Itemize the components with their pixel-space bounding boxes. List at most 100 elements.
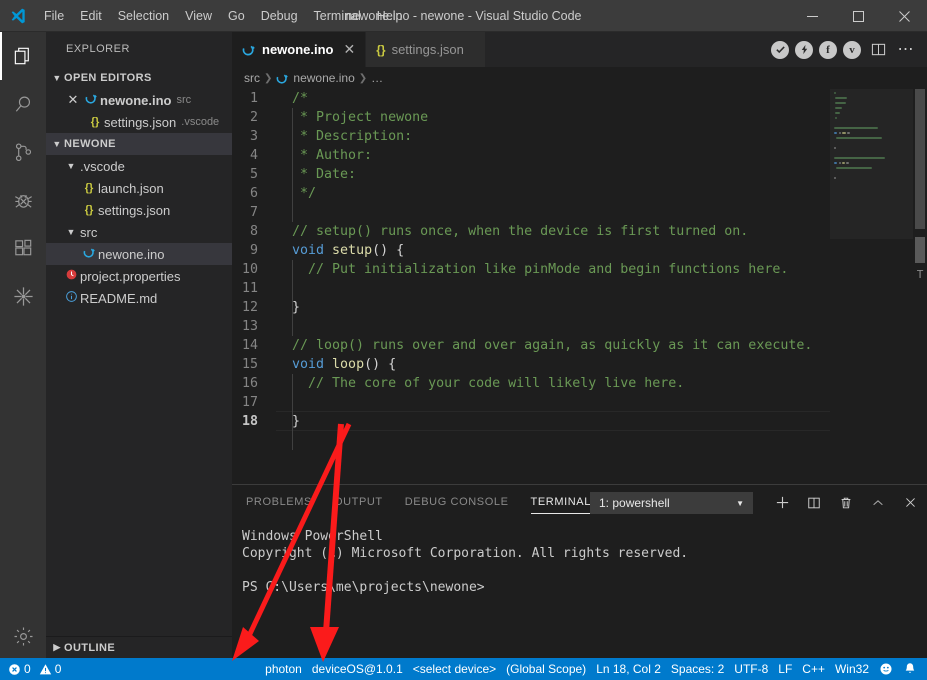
line-number: 1 [249,91,258,106]
json-icon: {} [376,42,386,57]
close-icon[interactable]: ✕ [344,41,356,58]
code-text: // Put initialization like pinMode and b… [276,260,788,279]
tree-item-readme-md[interactable]: README.md [46,287,232,309]
sidebar-item-debug[interactable] [0,176,46,224]
status-cursor-position[interactable]: Ln 18, Col 2 [591,658,666,680]
minimap-slider[interactable] [830,89,913,239]
terminal-select[interactable]: 1: powershell ▼ [590,492,753,514]
minimap[interactable] [830,89,913,516]
function-button[interactable]: f [819,40,837,59]
split-terminal-button[interactable] [805,494,823,512]
close-icon[interactable] [881,0,927,32]
kill-terminal-button[interactable] [837,494,855,512]
json-icon: {} [84,204,94,216]
breadcrumb-item-file[interactable]: newone.ino [293,71,354,85]
open-editor-newone-ino[interactable]: ✕ newone.ino src [46,89,232,111]
tree-item-label: src [80,224,98,240]
tree-item-newone-ino[interactable]: newone.ino [46,243,232,265]
scrollbar-thumb[interactable] [915,89,925,229]
code-line: 18} [232,411,927,431]
info-icon [62,290,80,306]
more-actions-button[interactable]: ⋯ [895,39,917,61]
menu-edit[interactable]: Edit [72,0,110,32]
line-number: 4 [249,148,258,163]
code-line: 6 */ [232,184,927,203]
close-panel-button[interactable] [901,494,919,512]
sidebar-item-explorer[interactable] [0,32,46,80]
tab-output[interactable]: OUTPUT [334,485,383,520]
menu-view[interactable]: View [177,0,220,32]
warning-icon [39,663,52,676]
close-icon[interactable]: ✕ [64,92,82,108]
minimize-icon[interactable] [789,0,835,32]
tree-item-launch-json[interactable]: {} launch.json [46,177,232,199]
notifications-button[interactable] [898,658,927,680]
maximize-panel-button[interactable] [869,494,887,512]
sidebar-item-extensions[interactable] [0,224,46,272]
status-select-device[interactable]: <select device> [408,658,501,680]
section-outline[interactable]: ▶ OUTLINE [46,636,232,658]
code-line: 12} [232,298,927,317]
code-editor[interactable]: 1/* 2 * Project newone 3 * Description: 4 *… [232,89,927,516]
menu-debug[interactable]: Debug [253,0,306,32]
code-text: */ [276,184,316,203]
status-device-platform[interactable]: photon [260,658,307,680]
status-indentation[interactable]: Spaces: 2 [666,658,729,680]
sidebar-item-search[interactable] [0,80,46,128]
tab-settings-json[interactable]: {} settings.json [366,32,487,67]
gear-icon[interactable] [0,614,46,658]
section-workspace[interactable]: ▼ NEWONE [46,133,232,155]
editor-scrollbar[interactable]: T [913,89,927,516]
new-terminal-button[interactable] [773,494,791,512]
editor-actions: f v ⋯ [771,32,923,67]
status-scope[interactable]: (Global Scope) [501,658,591,680]
code-line: 5 * Date: [232,165,927,184]
menu-selection[interactable]: Selection [110,0,177,32]
compile-button[interactable] [771,40,789,59]
section-open-editors[interactable]: ▼ OPEN EDITORS [46,67,232,89]
menu-file[interactable]: File [36,0,72,32]
line-number: 18 [241,414,258,429]
breadcrumb-item-more[interactable]: … [371,71,383,85]
breadcrumb-item-src[interactable]: src [244,71,260,85]
tab-debug-console[interactable]: DEBUG CONSOLE [405,485,509,520]
status-device-os-version[interactable]: deviceOS@1.0.1 [307,658,408,680]
tab-newone-ino[interactable]: newone.ino ✕ [232,32,367,67]
status-encoding[interactable]: UTF-8 [729,658,773,680]
code-token: void [292,357,325,372]
tree-item-project-properties[interactable]: project.properties [46,265,232,287]
indent-guide [292,260,293,336]
status-platform-target[interactable]: Win32 [830,658,874,680]
tree-item-src-folder[interactable]: ▼ src [46,221,232,243]
menu-go[interactable]: Go [220,0,253,32]
menu-help[interactable]: Help [369,0,411,32]
status-problems[interactable]: 0 0 [0,658,66,680]
status-language-mode[interactable]: C++ [797,658,830,680]
tree-item-vscode-folder[interactable]: ▼ .vscode [46,155,232,177]
code-text: * Date: [276,165,356,184]
sidebar-item-particle[interactable] [0,272,46,320]
status-eol[interactable]: LF [773,658,797,680]
feedback-button[interactable] [874,658,898,680]
tree-item-settings-json[interactable]: {} settings.json [46,199,232,221]
open-editor-settings-json[interactable]: {} settings.json .vscode [46,111,232,133]
flash-button[interactable] [795,40,813,59]
sidebar-item-source-control[interactable] [0,128,46,176]
code-line: 9 void setup() { [232,241,927,260]
particle-file-icon [80,246,98,262]
indent-guide [292,108,293,222]
menu-terminal[interactable]: Terminal [306,0,369,32]
split-editor-button[interactable] [867,39,889,61]
line-number: 8 [249,224,258,239]
line-number: 3 [249,129,258,144]
variable-button[interactable]: v [843,40,861,59]
tab-terminal[interactable]: TERMINAL [530,485,592,520]
maximize-icon[interactable] [835,0,881,32]
code-text: * Description: [276,127,412,146]
tree-item-label: .vscode [80,158,125,174]
tab-problems[interactable]: PROBLEMS [246,485,312,520]
terminal-output[interactable]: Windows PowerShell Copyright (C) Microso… [232,520,927,596]
open-editor-label: settings.json [104,114,177,130]
line-number: 13 [241,319,258,334]
chevron-down-icon: ▼ [66,227,76,237]
